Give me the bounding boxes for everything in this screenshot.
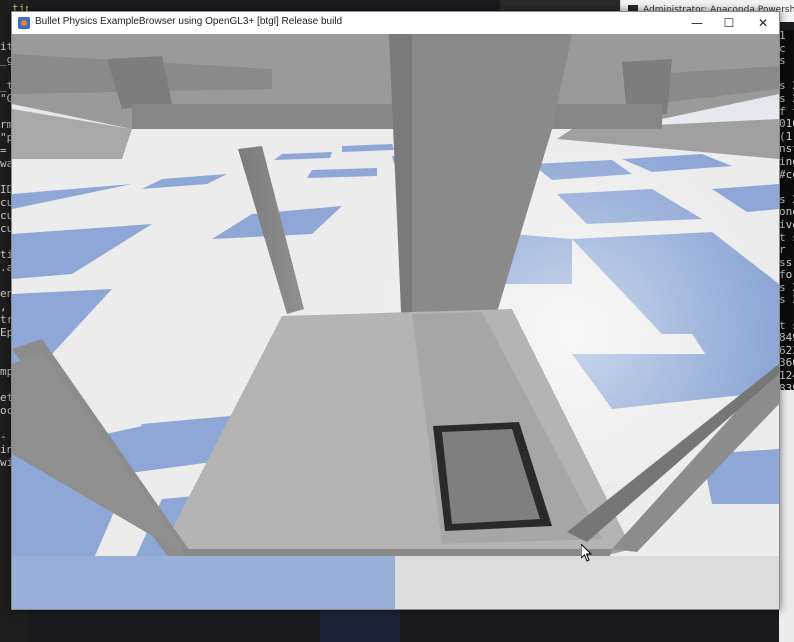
- maximize-button[interactable]: ☐: [713, 12, 745, 34]
- console-line: 016: [779, 117, 794, 131]
- background-console: 1css 2s 2f t016 (1nsting#cos 2oneivet sr…: [779, 30, 794, 390]
- console-line: s: [779, 54, 786, 68]
- mouse-cursor-icon: [581, 544, 593, 562]
- console-line: s 2: [779, 91, 794, 105]
- console-line: r: [779, 243, 786, 257]
- window-titlebar[interactable]: Bullet Physics ExampleBrowser using Open…: [12, 12, 779, 34]
- app-icon: [18, 17, 30, 29]
- console-line: #co: [779, 167, 794, 181]
- example-browser-window[interactable]: Bullet Physics ExampleBrowser using Open…: [11, 11, 780, 610]
- console-line: for: [779, 268, 794, 282]
- console-line: 124: [779, 369, 794, 383]
- console-line: 839: [779, 381, 794, 390]
- background-editor-minimap: [320, 610, 400, 642]
- console-line: 849: [779, 331, 794, 345]
- scene-render[interactable]: [12, 34, 779, 609]
- minimize-button[interactable]: —: [681, 12, 713, 34]
- background-panel: [779, 390, 794, 642]
- close-button[interactable]: ✕: [747, 12, 779, 34]
- opengl-viewport[interactable]: [12, 34, 779, 609]
- checker-foreground-tile: [12, 556, 395, 609]
- console-line: 1: [779, 30, 786, 42]
- console-line: ive: [779, 217, 794, 231]
- front-rail: [182, 549, 612, 556]
- window-title: Bullet Physics ExampleBrowser using Open…: [35, 16, 343, 27]
- console-line: s 2: [779, 293, 794, 307]
- console-line: ing: [779, 154, 794, 168]
